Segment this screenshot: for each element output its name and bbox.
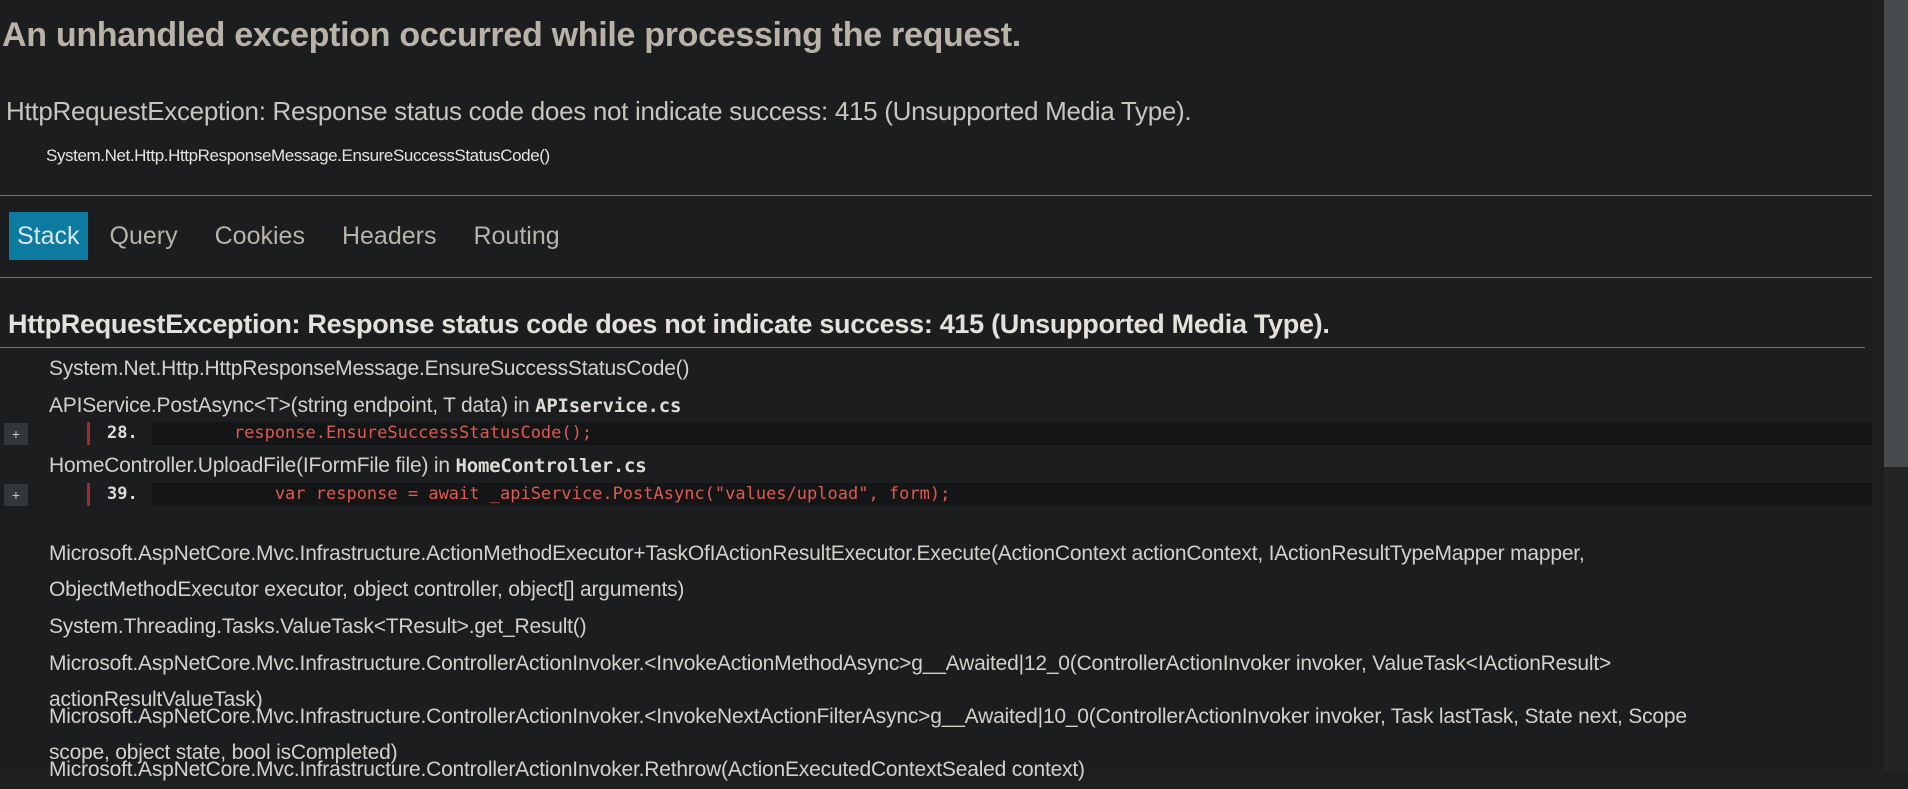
frame-method: Microsoft.AspNetCore.Mvc.Infrastructure.… xyxy=(49,758,1085,781)
frame-method: APIService.PostAsync<T>(string endpoint,… xyxy=(49,394,536,417)
expand-button[interactable]: + xyxy=(4,484,28,506)
page-title: An unhandled exception occurred while pr… xyxy=(2,16,1021,54)
frame-file: APIservice.cs xyxy=(535,395,682,417)
frame-method: Microsoft.AspNetCore.Mvc.Infrastructure.… xyxy=(49,542,1585,565)
error-line-marker xyxy=(87,483,90,506)
frame-method: System.Net.Http.HttpResponseMessage.Ensu… xyxy=(49,357,690,380)
code-line: var response = await _apiService.PostAsy… xyxy=(152,483,1872,506)
frame-method: Microsoft.AspNetCore.Mvc.Infrastructure.… xyxy=(49,652,1612,675)
exception-summary: HttpRequestException: Response status co… xyxy=(6,96,1192,126)
divider xyxy=(0,277,1872,278)
expand-button[interactable]: + xyxy=(4,423,28,445)
frame-file: HomeController.cs xyxy=(455,455,647,477)
divider xyxy=(0,347,1865,348)
scrollbar-thumb[interactable] xyxy=(1884,0,1908,467)
stack-frame: APIService.PostAsync<T>(string endpoint,… xyxy=(49,387,681,425)
code-snippet: + 28. response.EnsureSuccessStatusCode()… xyxy=(0,422,1872,445)
divider xyxy=(0,195,1872,196)
frame-method-cont: ObjectMethodExecutor executor, object co… xyxy=(49,578,685,601)
stack-frame: System.Threading.Tasks.ValueTask<TResult… xyxy=(49,608,587,646)
tab-cookies[interactable]: Cookies xyxy=(207,212,313,260)
tab-bar: Stack Query Cookies Headers Routing xyxy=(9,212,589,260)
stack-frame: Microsoft.AspNetCore.Mvc.Infrastructure.… xyxy=(49,751,1085,789)
tab-routing[interactable]: Routing xyxy=(465,212,567,260)
tab-query[interactable]: Query xyxy=(102,212,186,260)
stack-heading: HttpRequestException: Response status co… xyxy=(8,309,1330,339)
stack-frame: System.Net.Http.HttpResponseMessage.Ensu… xyxy=(49,350,689,388)
code-line: response.EnsureSuccessStatusCode(); xyxy=(152,422,1872,445)
code-snippet: + 39. var response = await _apiService.P… xyxy=(0,483,1872,506)
line-number: 28. xyxy=(107,423,138,443)
frame-method: HomeController.UploadFile(IFormFile file… xyxy=(49,454,456,477)
stack-frame: HomeController.UploadFile(IFormFile file… xyxy=(49,447,647,485)
frame-method: Microsoft.AspNetCore.Mvc.Infrastructure.… xyxy=(49,705,1687,728)
error-line-marker xyxy=(87,422,90,445)
scrollbar[interactable] xyxy=(1884,0,1908,771)
error-page: An unhandled exception occurred while pr… xyxy=(0,0,1872,781)
frame-method: System.Threading.Tasks.ValueTask<TResult… xyxy=(49,615,587,638)
tab-headers[interactable]: Headers xyxy=(334,212,445,260)
stack-frame: Microsoft.AspNetCore.Mvc.Infrastructure.… xyxy=(49,536,1585,608)
line-number: 39. xyxy=(107,484,138,504)
exception-location: System.Net.Http.HttpResponseMessage.Ensu… xyxy=(46,146,550,165)
tab-stack[interactable]: Stack xyxy=(9,212,88,260)
